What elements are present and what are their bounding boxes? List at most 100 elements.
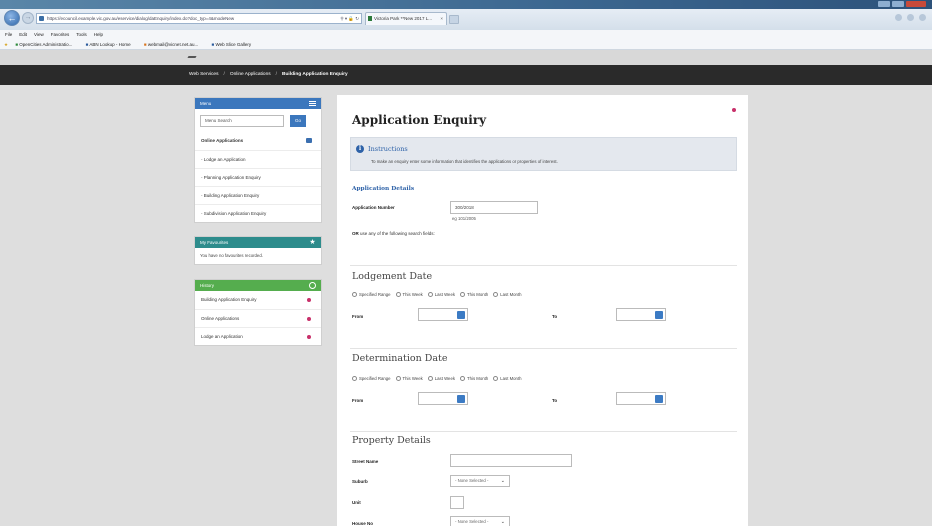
radio-specified-range[interactable]: Specified Range: [352, 376, 391, 381]
info-icon: i: [356, 145, 364, 153]
minimize-button[interactable]: [878, 1, 890, 7]
radio-label: Specified Range: [359, 376, 391, 381]
menu-view[interactable]: View: [34, 30, 44, 40]
pin-icon[interactable]: [732, 108, 736, 112]
menu-favorites[interactable]: Favorites: [51, 30, 70, 40]
history-item-label: Building Application Enquiry: [201, 297, 257, 302]
star-icon[interactable]: ★: [309, 239, 316, 246]
calendar-icon[interactable]: [457, 395, 465, 403]
radio-this-month[interactable]: This Month: [460, 376, 488, 381]
unit-input[interactable]: [450, 496, 464, 509]
favorites-bar: ★ ■ OpenCities Administratio... ■ ABN Lo…: [0, 40, 932, 50]
lodgement-to-input[interactable]: [616, 308, 666, 321]
suburb-selected-value: - None Selected -: [455, 478, 489, 483]
application-number-label: Application Number: [352, 205, 395, 210]
radio-this-week[interactable]: This Week: [395, 292, 423, 297]
radio-label: This Month: [467, 292, 489, 297]
radio-last-week[interactable]: Last Week: [427, 292, 455, 297]
menu-search-go-button[interactable]: Go: [290, 115, 306, 127]
hamburger-menu-icon[interactable]: [309, 101, 316, 106]
favorite-link[interactable]: ■ OpenCities Administratio...: [15, 42, 78, 47]
site-logo[interactable]: [187, 56, 197, 58]
pin-icon[interactable]: [307, 335, 311, 339]
radio-circle: [427, 292, 433, 297]
browser-tools: [895, 14, 926, 21]
street-name-input[interactable]: [450, 454, 572, 467]
radio-label: Last Month: [500, 376, 522, 381]
determination-to-input[interactable]: [616, 392, 666, 405]
history-clock-icon[interactable]: [309, 282, 316, 289]
breadcrumb-online-applications[interactable]: Online Applications: [230, 72, 271, 77]
property-details-heading: Property Details: [352, 435, 431, 446]
radio-last-month[interactable]: Last Month: [493, 376, 522, 381]
lodgement-from-label: From: [352, 314, 364, 319]
radio-circle: [493, 376, 499, 381]
favorite-link[interactable]: ■ ABN Lookup - Home: [86, 42, 137, 47]
sidebar-item-lodge[interactable]: - Lodge an Application: [195, 150, 321, 168]
settings-gear-icon[interactable]: [919, 14, 926, 21]
determination-range-radios: Specified Range This Week Last Week This…: [352, 376, 522, 381]
browser-menubar: File Edit View Favorites Tools Help: [0, 30, 932, 40]
application-number-hint: eg 101/2005: [452, 216, 476, 221]
calendar-icon[interactable]: [457, 311, 465, 319]
favorite-label: Web Slice Gallery: [215, 42, 252, 47]
radio-label: Last Week: [434, 376, 455, 381]
divider: [350, 431, 737, 432]
sidebar-section-online-applications[interactable]: Online Applications: [195, 132, 321, 150]
history-item[interactable]: Online Applications: [195, 309, 321, 327]
determination-from-input[interactable]: [418, 392, 468, 405]
sidebar-item-building[interactable]: - Building Application Enquiry: [195, 186, 321, 204]
suburb-label: Suburb: [352, 479, 368, 484]
favorites-star-icon[interactable]: ★: [4, 42, 8, 47]
or-instructions: OR use any of the following search field…: [352, 231, 435, 236]
tab-close-icon[interactable]: ×: [440, 13, 443, 25]
lodgement-from-input[interactable]: [418, 308, 468, 321]
radio-last-month[interactable]: Last Month: [493, 292, 522, 297]
home-icon[interactable]: [895, 14, 902, 21]
radio-label: This Week: [402, 376, 423, 381]
menu-search-input[interactable]: Menu Search: [200, 115, 284, 127]
back-arrow-icon[interactable]: ←: [4, 10, 20, 26]
history-item[interactable]: Building Application Enquiry: [195, 291, 321, 309]
or-prefix: OR: [352, 231, 359, 236]
calendar-icon[interactable]: [655, 311, 663, 319]
folder-icon: [306, 138, 312, 143]
address-controls[interactable]: ⚲ ▾ 🔒 ↻: [340, 14, 359, 23]
suburb-select[interactable]: - None Selected - ⌄: [450, 475, 510, 487]
close-window-button[interactable]: [906, 1, 926, 7]
favorite-link[interactable]: ■ Web Slice Gallery: [211, 42, 257, 47]
instructions-box: i Instructions To make an enquiry enter …: [350, 137, 737, 171]
history-item[interactable]: Lodge an Application: [195, 327, 321, 345]
maximize-button[interactable]: [892, 1, 904, 7]
browser-tab[interactable]: Victoria Park **New 2017 L... ×: [365, 12, 447, 25]
menu-edit[interactable]: Edit: [19, 30, 27, 40]
new-tab-button[interactable]: [449, 15, 459, 24]
radio-specified-range[interactable]: Specified Range: [352, 292, 391, 297]
street-name-label: Street Name: [352, 459, 379, 464]
favorites-star-icon[interactable]: [907, 14, 914, 21]
menu-file[interactable]: File: [5, 30, 12, 40]
menu-tools[interactable]: Tools: [76, 30, 87, 40]
sidebar-item-subdivision[interactable]: - Subdivision Application Enquiry: [195, 204, 321, 222]
application-number-input[interactable]: 300/2018: [450, 201, 538, 214]
radio-this-week[interactable]: This Week: [395, 376, 423, 381]
favorite-label: OpenCities Administratio...: [19, 42, 73, 47]
sidebar-item-planning[interactable]: - Planning Application Enquiry: [195, 168, 321, 186]
calendar-icon[interactable]: [655, 395, 663, 403]
pin-icon[interactable]: [307, 317, 311, 321]
sidebar-item-label: Building Application Enquiry: [203, 193, 260, 198]
breadcrumb: Web Services / Online Applications / Buildin…: [0, 65, 932, 85]
address-bar[interactable]: https://ecouncil.example.vic.gov.au/eser…: [36, 13, 362, 24]
house-number-select[interactable]: - None Selected - ⌄: [450, 516, 510, 526]
favorite-link[interactable]: ■ webmail@vicnet.net.au...: [144, 42, 204, 47]
menu-help[interactable]: Help: [94, 30, 103, 40]
forward-arrow-icon[interactable]: →: [22, 12, 34, 24]
menu-search-row: Menu Search Go: [195, 109, 321, 132]
sidebar-section-label: Online Applications: [201, 138, 244, 143]
radio-this-month[interactable]: This Month: [460, 292, 488, 297]
house-number-selected-value: - None Selected -: [455, 519, 489, 524]
pin-icon[interactable]: [307, 298, 311, 302]
radio-last-week[interactable]: Last Week: [427, 376, 455, 381]
radio-label: This Week: [402, 292, 423, 297]
breadcrumb-web-services[interactable]: Web Services: [189, 72, 219, 77]
